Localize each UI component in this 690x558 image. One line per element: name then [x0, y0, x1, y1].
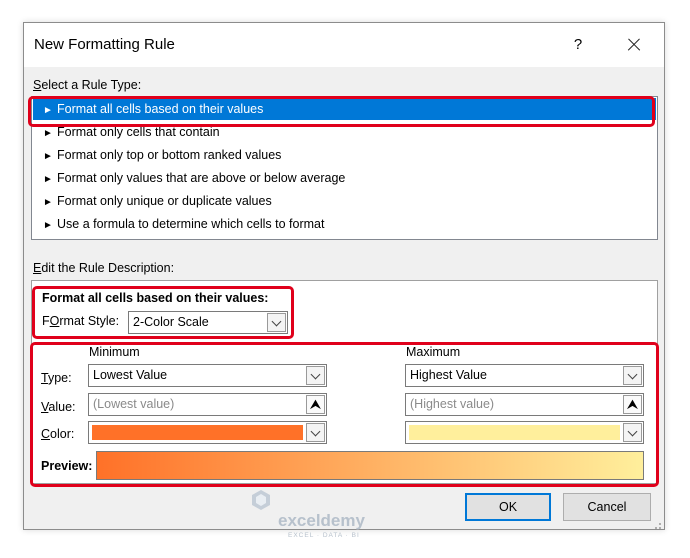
preview-label: Preview: — [41, 459, 93, 473]
maximum-type-select[interactable]: Highest Value — [405, 364, 644, 387]
description-heading: Format all cells based on their values: — [42, 291, 269, 305]
type-label: Type: — [41, 371, 72, 385]
rule-item-use-formula[interactable]: ► Use a formula to determine which cells … — [33, 213, 656, 235]
upload-arrow-icon[interactable]: ⮝ — [306, 395, 325, 414]
minimum-color-swatch — [92, 425, 303, 440]
triangle-right-icon: ► — [43, 128, 53, 139]
color-scale-preview — [96, 451, 644, 480]
title-bar: New Formatting Rule ? — [24, 23, 664, 67]
upload-arrow-icon[interactable]: ⮝ — [623, 395, 642, 414]
chevron-down-icon[interactable] — [306, 423, 325, 442]
maximum-value-input[interactable]: (Highest value) ⮝ — [405, 393, 644, 416]
chevron-down-icon[interactable] — [623, 366, 642, 385]
color-label: Color: — [41, 427, 75, 441]
rule-type-list[interactable]: ► Format all cells based on their values … — [31, 96, 658, 240]
triangle-right-icon: ► — [43, 197, 53, 208]
watermark-name: exceldemy — [278, 511, 365, 530]
maximum-color-swatch — [409, 425, 620, 440]
new-formatting-rule-dialog: New Formatting Rule ? Select a Rule Type… — [23, 22, 665, 530]
dialog-title: New Formatting Rule — [34, 36, 175, 53]
watermark-tagline: EXCEL · DATA · BI — [288, 532, 360, 539]
triangle-right-icon: ► — [43, 220, 53, 231]
chevron-down-icon[interactable] — [623, 423, 642, 442]
close-icon[interactable] — [620, 31, 648, 59]
format-style-select[interactable]: 2-Color Scale — [128, 311, 288, 334]
rule-type-label: Select a Rule Type: — [33, 78, 142, 92]
minimum-heading: Minimum — [89, 345, 140, 359]
value-label: Value: — [41, 400, 76, 414]
minimum-value-input[interactable]: (Lowest value) ⮝ — [88, 393, 327, 416]
ok-button[interactable]: OK — [465, 493, 551, 521]
rule-item-format-all-cells[interactable]: ► Format all cells based on their values — [33, 98, 656, 120]
triangle-right-icon: ► — [43, 174, 53, 185]
cancel-button[interactable]: Cancel — [563, 493, 651, 521]
rule-item-cells-that-contain[interactable]: ► Format only cells that contain — [33, 121, 656, 143]
chevron-down-icon[interactable] — [267, 313, 286, 332]
rule-item-top-bottom-ranked[interactable]: ► Format only top or bottom ranked values — [33, 144, 656, 166]
rule-description-label: Edit the Rule Description: — [33, 261, 175, 275]
triangle-right-icon: ► — [43, 105, 53, 116]
format-style-label: FOrmat Style: — [42, 314, 120, 328]
chevron-down-icon[interactable] — [306, 366, 325, 385]
rule-item-above-below-average[interactable]: ► Format only values that are above or be… — [33, 167, 656, 189]
minimum-type-select[interactable]: Lowest Value — [88, 364, 327, 387]
rule-item-unique-duplicate[interactable]: ► Format only unique or duplicate values — [33, 190, 656, 212]
minimum-color-picker[interactable] — [88, 421, 327, 444]
exceldemy-logo-icon — [252, 490, 270, 510]
maximum-color-picker[interactable] — [405, 421, 644, 444]
resize-grip-icon[interactable] — [652, 517, 662, 529]
maximum-heading: Maximum — [406, 345, 461, 359]
help-button[interactable]: ? — [564, 31, 592, 59]
triangle-right-icon: ► — [43, 151, 53, 162]
